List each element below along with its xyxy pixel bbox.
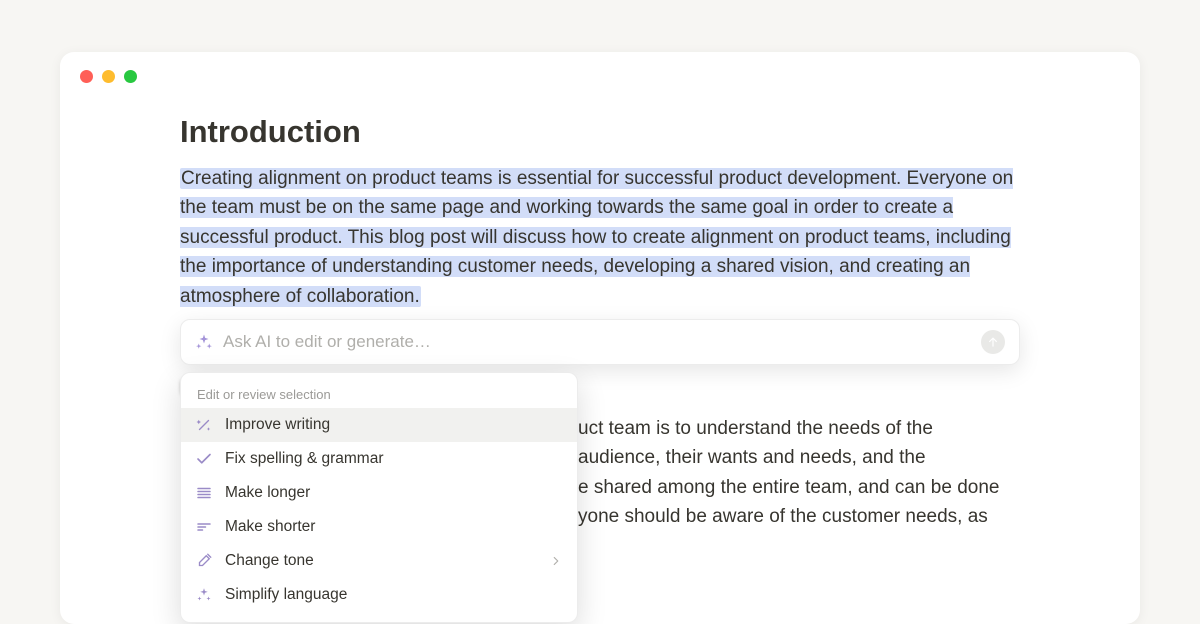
- sparkle-icon: [195, 333, 213, 351]
- submit-button[interactable]: [981, 330, 1005, 354]
- ai-actions-dropdown: Edit or review selection Improve writing…: [180, 372, 578, 623]
- window-close-button[interactable]: [80, 70, 93, 83]
- highlighted-text: Creating alignment on product teams is e…: [180, 168, 1013, 307]
- ai-prompt-input[interactable]: [223, 332, 981, 352]
- bg-line: yone should be aware of the customer nee…: [578, 502, 1020, 531]
- bg-line: e shared among the entire team, and can …: [578, 473, 1020, 502]
- menu-item-fix-spelling[interactable]: Fix spelling & grammar: [181, 442, 577, 476]
- menu-item-change-tone[interactable]: Change tone: [181, 544, 577, 578]
- bg-line: uct team is to understand the needs of t…: [578, 414, 1020, 443]
- bg-line: audience, their wants and needs, and the: [578, 443, 1020, 472]
- menu-item-label: Make longer: [225, 484, 310, 502]
- menu-item-make-longer[interactable]: Make longer: [181, 476, 577, 510]
- menu-item-make-shorter[interactable]: Make shorter: [181, 510, 577, 544]
- ai-prompt-bar[interactable]: [180, 319, 1020, 365]
- check-icon: [195, 450, 213, 468]
- document-content: Introduction Creating alignment on produ…: [180, 114, 1020, 311]
- microphone-icon: [195, 552, 213, 570]
- window-traffic-lights: [80, 70, 137, 83]
- chevron-right-icon: [549, 554, 563, 568]
- lines-short-icon: [195, 518, 213, 536]
- arrow-up-icon: [986, 335, 1000, 349]
- window-maximize-button[interactable]: [124, 70, 137, 83]
- page-title: Introduction: [180, 114, 1020, 150]
- lines-long-icon: [195, 484, 213, 502]
- sparkle-icon: [195, 586, 213, 604]
- menu-item-label: Fix spelling & grammar: [225, 450, 384, 468]
- app-window: Introduction Creating alignment on produ…: [60, 52, 1140, 624]
- menu-item-label: Improve writing: [225, 416, 330, 434]
- wand-icon: [195, 416, 213, 434]
- menu-item-simplify-language[interactable]: Simplify language: [181, 578, 577, 612]
- menu-item-label: Simplify language: [225, 586, 347, 604]
- window-minimize-button[interactable]: [102, 70, 115, 83]
- menu-item-label: Change tone: [225, 552, 314, 570]
- selected-paragraph[interactable]: Creating alignment on product teams is e…: [180, 164, 1020, 311]
- menu-item-improve-writing[interactable]: Improve writing: [181, 408, 577, 442]
- menu-item-label: Make shorter: [225, 518, 315, 536]
- dropdown-section-label: Edit or review selection: [181, 379, 577, 408]
